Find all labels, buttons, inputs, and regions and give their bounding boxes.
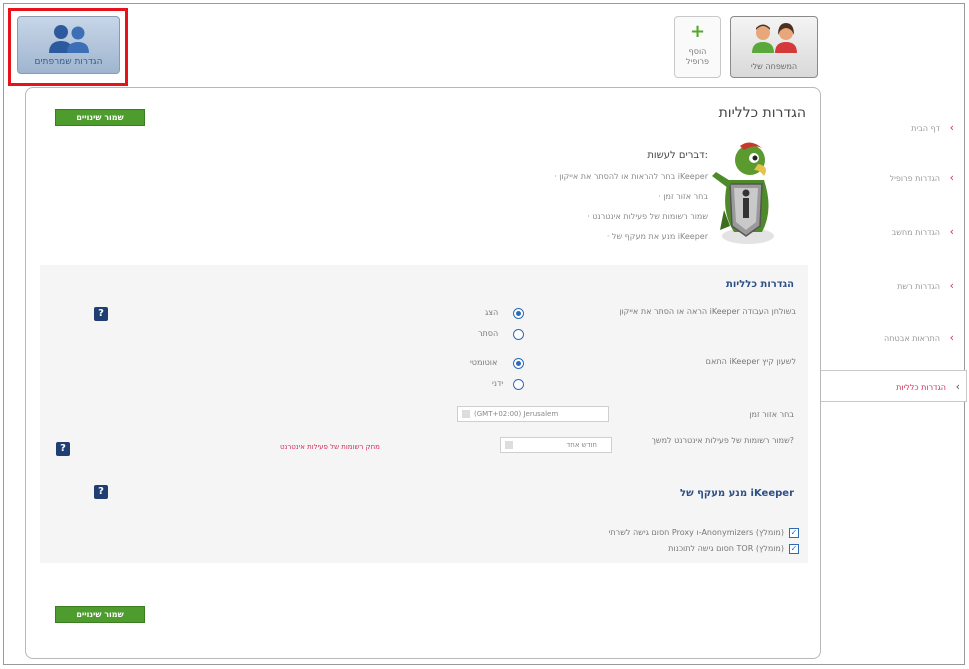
chevron-left-icon: ‹ (955, 380, 960, 393)
help-icon[interactable]: ? (94, 307, 108, 321)
records-select[interactable]: חודש אחד (500, 437, 612, 453)
todo-item: מנע את מעקף של iKeeper (554, 230, 708, 250)
nav-item-general-settings[interactable]: הגדרות כלליות ‹ (821, 370, 967, 402)
todo-item: שמור רשומות של פעילות אינטרנט (554, 210, 708, 230)
todo-list: בחר להראות או להסתר את אייקון iKeeper בח… (554, 170, 708, 250)
todo-item: בחר אזור זמן (554, 190, 708, 210)
add-profile-label: הוסף פרופיל (675, 47, 720, 67)
hide-radio-label: הסתר (478, 329, 499, 338)
dropdown-icon (462, 410, 470, 418)
plus-icon: + (689, 21, 706, 42)
chevron-left-icon: ‹ (949, 225, 954, 238)
parental-settings-label: הגדרות שמרפתים (34, 57, 103, 67)
nav-item-label: הגדרות מחשב (891, 228, 940, 237)
dst-label: התאם iKeeper לשעון קיץ (705, 357, 796, 366)
nav-item-label: הגדרות כלליות (896, 383, 946, 392)
todo-item: בחר להראות או להסתר את אייקון iKeeper (554, 170, 708, 190)
hide-radio[interactable] (513, 329, 524, 340)
add-profile-label-line1: הוסף (688, 47, 707, 56)
show-radio[interactable] (513, 308, 524, 319)
my-family-button[interactable]: המשפחה שלי (730, 16, 818, 78)
timezone-select[interactable]: (GMT+02:00) Jerusalem (457, 406, 609, 422)
help-icon[interactable]: ? (56, 442, 70, 456)
records-label: שמור רשומות של פעילות אינטרנט למשך? (651, 436, 794, 445)
nav-item-profile-settings[interactable]: הגדרות פרופיל ‹ (830, 166, 960, 192)
nav-item-label: הגדרות רשת (897, 282, 940, 291)
proxy-block-checkbox[interactable]: ✓ (789, 528, 799, 538)
nav-item-label: הגדרות פרופיל (889, 174, 940, 183)
auto-radio-label: אוטומטי (470, 358, 498, 367)
records-value: חודש אחד (566, 441, 597, 449)
chevron-left-icon: ‹ (949, 171, 954, 184)
chevron-left-icon: ‹ (949, 331, 954, 344)
my-family-label: המשפחה שלי (750, 62, 798, 71)
save-changes-button-bottom[interactable]: שמור שינויים (55, 606, 145, 623)
manual-radio[interactable] (513, 379, 524, 390)
parental-settings-button[interactable]: הגדרות שמרפתים (17, 16, 120, 74)
nav-item-label: התראות אבטחה (884, 334, 940, 343)
general-settings-section: הגדרות כלליות הראה או הסתר את אייקון iKe… (40, 265, 808, 563)
timezone-label: בחר אזור זמן (749, 410, 794, 419)
nav-item-home[interactable]: דף הבית ‹ (830, 116, 960, 142)
chevron-left-icon: ‹ (949, 279, 954, 292)
general-section-title: הגדרות כלליות (726, 279, 794, 290)
manual-radio-label: ידני (492, 379, 504, 388)
nav-item-computer-settings[interactable]: הגדרות מחשב ‹ (830, 220, 960, 246)
add-profile-button[interactable]: + הוסף פרופיל (674, 16, 721, 78)
family-icon (752, 23, 797, 53)
save-changes-button-top[interactable]: שמור שינויים (55, 109, 145, 126)
auto-radio[interactable] (513, 358, 524, 369)
clear-records-link[interactable]: מחק רשומות של פעילות אינטרנט (280, 443, 380, 451)
parrot-mascot-icon (712, 142, 774, 244)
show-hide-icon-label: הראה או הסתר את אייקון iKeeper בשולחן הע… (619, 307, 796, 316)
nav-item-label: דף הבית (911, 124, 940, 133)
settings-panel: שמור שינויים הגדרות כלליות דברים לעשות: … (25, 87, 821, 659)
nav-item-security-alerts[interactable]: התראות אבטחה ‹ (830, 326, 960, 352)
show-radio-label: הצג (485, 308, 499, 317)
tor-block-label: חסום גישה לתוכנות TOR (מומלץ) (668, 544, 784, 553)
page-title: הגדרות כלליות (718, 105, 806, 121)
add-profile-label-line2: פרופיל (685, 57, 710, 66)
dropdown-icon (505, 441, 513, 449)
tor-block-checkbox[interactable]: ✓ (789, 544, 799, 554)
two-users-icon (49, 25, 89, 53)
timezone-value: (GMT+02:00) Jerusalem (474, 410, 559, 418)
chevron-left-icon: ‹ (949, 121, 954, 134)
bypass-section-title: מנע מעקף של iKeeper (680, 488, 794, 499)
nav-item-network-settings[interactable]: הגדרות רשת ‹ (830, 274, 960, 300)
proxy-block-label: חסום גישה לשרתי Proxy ו-Anonymizers (מומ… (608, 528, 784, 537)
help-icon[interactable]: ? (94, 485, 108, 499)
todo-title: דברים לעשות: (647, 150, 708, 161)
